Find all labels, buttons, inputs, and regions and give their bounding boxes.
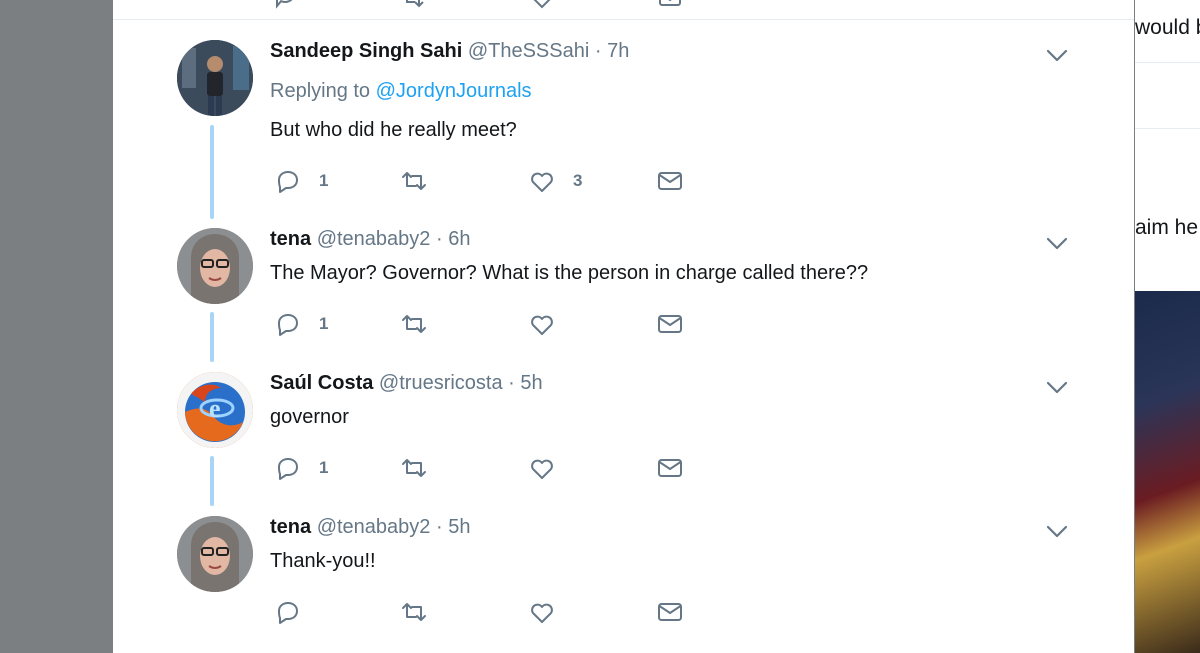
direct-message-button[interactable] [656, 454, 684, 482]
retweet-icon [402, 315, 426, 333]
reply-count: 1 [319, 171, 329, 190]
like-icon [531, 603, 553, 623]
reply-button[interactable]: 1 [274, 167, 328, 195]
like-icon [531, 172, 553, 192]
direct-message-icon[interactable] [658, 0, 682, 10]
retweet-button[interactable] [400, 167, 445, 195]
avatar[interactable]: e [177, 372, 253, 448]
reply-count: 1 [319, 314, 329, 333]
chevron-down-icon[interactable] [1044, 374, 1070, 400]
tweet-text: The Mayor? Governor? What is the person … [270, 262, 869, 284]
like-button[interactable] [528, 598, 573, 626]
direct-message-button[interactable] [656, 167, 684, 195]
tweet-header: tena @tenababy2 · 5h [270, 516, 470, 539]
reply-icon [278, 458, 298, 480]
like-count: 3 [573, 171, 583, 190]
reply-button[interactable]: 1 [274, 310, 328, 338]
background-photo [1135, 291, 1200, 653]
author-handle[interactable]: @tenababy2 [317, 228, 431, 250]
author-handle[interactable]: @tenababy2 [317, 516, 431, 538]
divider [1135, 62, 1200, 63]
reply-icon [278, 171, 298, 193]
retweet-button[interactable] [400, 310, 445, 338]
conversation-modal: Sandeep Singh Sahi @TheSSSahi · 7h Reply… [113, 0, 1134, 653]
direct-message-icon [658, 172, 682, 190]
previous-tweet-actions [113, 0, 1134, 10]
avatar[interactable] [177, 228, 253, 304]
background-text-fragment: would b [1135, 16, 1200, 39]
tweet-text: governor [270, 406, 349, 428]
replying-to: Replying to @JordynJournals [270, 80, 532, 103]
divider [1135, 128, 1200, 129]
tweet-text: Thank-you!! [270, 550, 376, 572]
separator: · [435, 228, 443, 250]
chevron-down-icon[interactable] [1044, 518, 1070, 544]
tweet-text: But who did he really meet? [270, 119, 517, 141]
timestamp[interactable]: 7h [607, 40, 629, 62]
retweet-icon[interactable] [401, 0, 425, 10]
svg-text:e: e [209, 394, 221, 423]
direct-message-button[interactable] [656, 310, 684, 338]
direct-message-button[interactable] [656, 598, 684, 626]
reply-button[interactable]: 1 [274, 454, 328, 482]
chevron-down-icon[interactable] [1044, 42, 1070, 68]
separator: · [435, 516, 443, 538]
reply-button[interactable] [274, 598, 319, 626]
reply-icon[interactable] [273, 0, 297, 10]
author-name[interactable]: Saúl Costa [270, 372, 373, 394]
background-timeline: would b aim he [1135, 0, 1200, 653]
like-button[interactable]: 3 [528, 167, 582, 195]
retweet-icon [402, 603, 426, 621]
reply-count: 1 [319, 458, 329, 477]
author-handle[interactable]: @TheSSSahi [468, 40, 589, 62]
avatar[interactable] [177, 40, 253, 116]
like-icon[interactable] [530, 0, 554, 10]
direct-message-icon [658, 603, 682, 621]
reply-icon [278, 602, 298, 624]
author-name[interactable]: tena [270, 516, 311, 538]
like-icon [531, 315, 553, 335]
timestamp[interactable]: 6h [448, 228, 470, 250]
tweet-actions [270, 598, 710, 626]
like-button[interactable] [528, 310, 573, 338]
author-name[interactable]: tena [270, 228, 311, 250]
retweet-button[interactable] [400, 598, 445, 626]
thread-connector [210, 125, 214, 219]
like-icon [531, 459, 553, 479]
background-text-fragment: aim he [1135, 216, 1199, 239]
reply-icon [278, 314, 298, 336]
retweet-icon [402, 172, 426, 190]
direct-message-icon [658, 315, 682, 333]
timestamp[interactable]: 5h [520, 372, 542, 394]
tweet-actions: 1 [270, 454, 710, 482]
tweet-header: Saúl Costa @truesricosta · 5h [270, 372, 543, 395]
retweet-button[interactable] [400, 454, 445, 482]
retweet-icon [402, 459, 426, 477]
tweet-header: tena @tenababy2 · 6h [270, 228, 470, 251]
tweet-header: Sandeep Singh Sahi @TheSSSahi · 7h [270, 40, 629, 63]
direct-message-icon [658, 459, 682, 477]
separator: · [594, 40, 602, 62]
thread-connector [210, 456, 214, 506]
avatar[interactable] [177, 516, 253, 592]
chevron-down-icon[interactable] [1044, 230, 1070, 256]
replying-to-label: Replying to [270, 80, 376, 102]
author-handle[interactable]: @truesricosta [379, 372, 503, 394]
mentioned-user-link[interactable]: @JordynJournals [376, 80, 532, 102]
author-name[interactable]: Sandeep Singh Sahi [270, 40, 462, 62]
timestamp[interactable]: 5h [448, 516, 470, 538]
tweet-actions: 1 [270, 310, 710, 338]
thread-connector [210, 312, 214, 362]
divider [113, 19, 1134, 20]
tweet-actions: 1 3 [270, 167, 710, 195]
separator: · [508, 372, 515, 394]
like-button[interactable] [528, 454, 573, 482]
